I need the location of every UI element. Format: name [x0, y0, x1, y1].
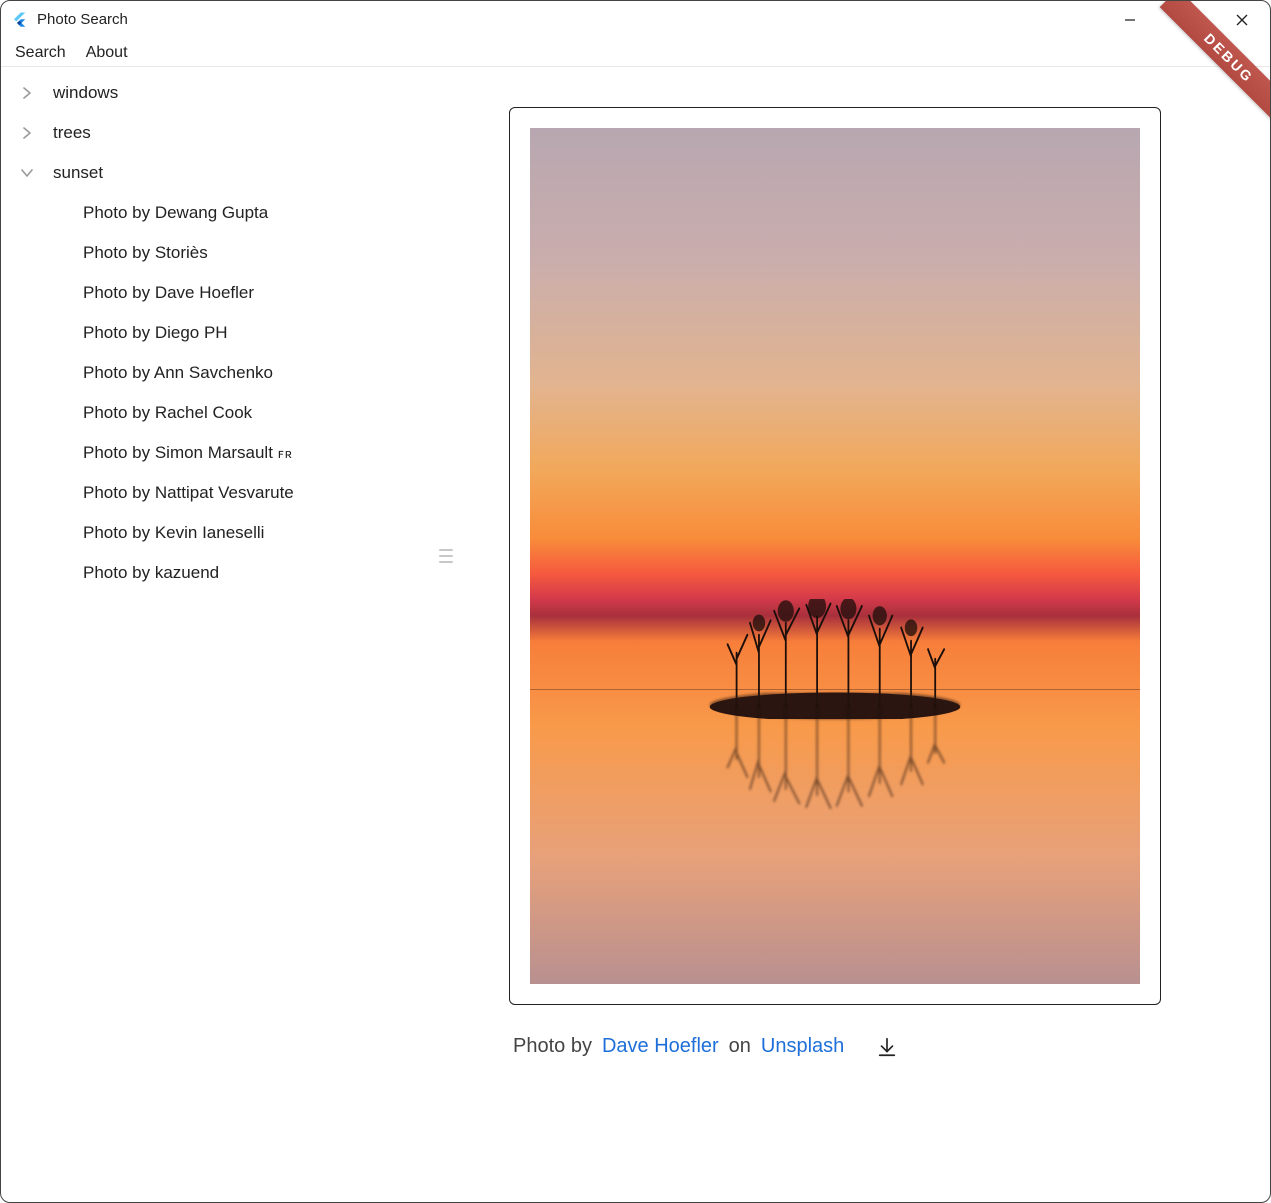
photo-caption: Photo by Dave Hoefler on Unsplash: [509, 1035, 898, 1058]
tree-node-label: sunset: [53, 163, 103, 183]
chevron-right-icon[interactable]: [19, 85, 35, 101]
photo-credit: Photo by Nattipat Vesvarute: [83, 483, 294, 503]
minimize-button[interactable]: [1102, 1, 1158, 38]
menu-about[interactable]: About: [76, 42, 138, 64]
tree-node-windows[interactable]: windows: [1, 73, 469, 113]
download-icon[interactable]: [876, 1036, 898, 1058]
menu-search[interactable]: Search: [5, 42, 76, 64]
list-item[interactable]: Photo by Simon Marsault ꜰʀ: [1, 433, 469, 473]
photo-credit: Photo by Dewang Gupta: [83, 203, 268, 223]
photo-credit: Photo by Diego PH: [83, 323, 228, 343]
window-title: Photo Search: [37, 11, 128, 28]
flutter-icon: [11, 11, 29, 29]
author-link[interactable]: Dave Hoefler: [602, 1035, 719, 1058]
source-link[interactable]: Unsplash: [761, 1035, 844, 1058]
photo-credit: Photo by Kevin Ianeselli: [83, 523, 264, 543]
list-item[interactable]: Photo by kazuend: [1, 553, 469, 593]
photo-preview: [530, 128, 1140, 984]
list-item[interactable]: Photo by Diego PH: [1, 313, 469, 353]
photo-credit: Photo by Simon Marsault ꜰʀ: [83, 443, 293, 463]
tree-node-sunset[interactable]: sunset: [1, 153, 469, 193]
photo-credit: Photo by Rachel Cook: [83, 403, 252, 423]
list-item[interactable]: Photo by Ann Savchenko: [1, 353, 469, 393]
list-item[interactable]: Photo by Dave Hoefler: [1, 273, 469, 313]
menubar: Search About: [1, 39, 1270, 67]
menu-icon[interactable]: [437, 547, 455, 565]
chevron-right-icon[interactable]: [19, 125, 35, 141]
list-item[interactable]: Photo by Nattipat Vesvarute: [1, 473, 469, 513]
tree-node-label: trees: [53, 123, 91, 143]
tree-node-label: windows: [53, 83, 118, 103]
list-item[interactable]: Photo by Storiès: [1, 233, 469, 273]
sidebar: windows trees sunset Photo by Dewang Gup…: [1, 67, 469, 1202]
tree-node-trees[interactable]: trees: [1, 113, 469, 153]
photo-credit: Photo by Storiès: [83, 243, 208, 263]
photo-card: [509, 107, 1161, 1005]
titlebar: Photo Search: [1, 1, 1270, 39]
photo-credit: Photo by Dave Hoefler: [83, 283, 254, 303]
content-area: Photo by Dave Hoefler on Unsplash: [469, 67, 1270, 1202]
list-item[interactable]: Photo by Kevin Ianeselli: [1, 513, 469, 553]
chevron-down-icon[interactable]: [19, 165, 35, 181]
photo-credit: Photo by Ann Savchenko: [83, 363, 273, 383]
caption-on: on: [729, 1035, 751, 1058]
photo-credit: Photo by kazuend: [83, 563, 219, 583]
list-item[interactable]: Photo by Rachel Cook: [1, 393, 469, 433]
caption-prefix: Photo by: [513, 1035, 592, 1058]
list-item[interactable]: Photo by Dewang Gupta: [1, 193, 469, 233]
